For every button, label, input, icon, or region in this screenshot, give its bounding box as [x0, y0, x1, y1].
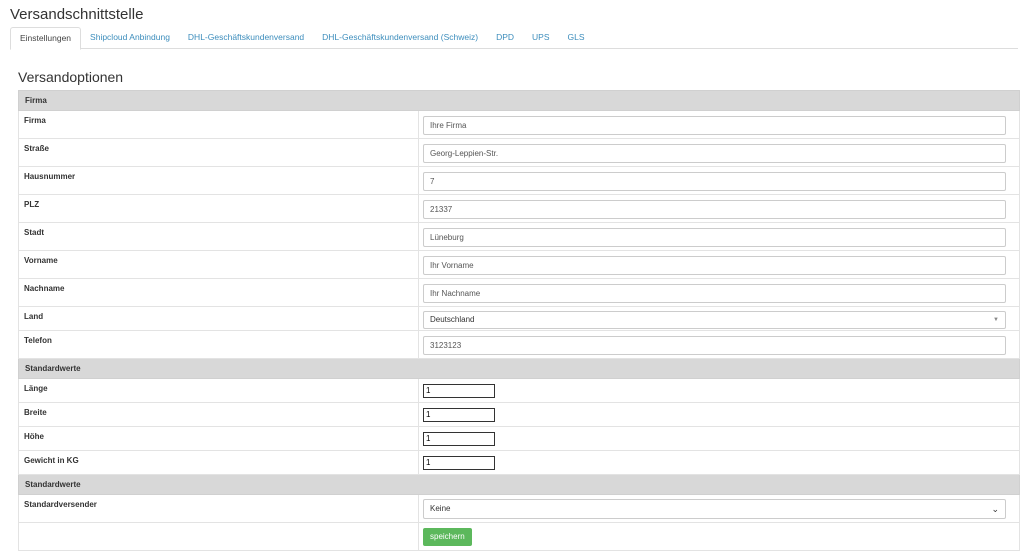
- form-row-hausnummer: Hausnummer 7: [18, 166, 1021, 195]
- section-header-label: Firma: [17, 90, 1021, 111]
- form-row-firma: Firma Ihre Firma: [18, 110, 1021, 139]
- form-row-actions: speichern: [18, 522, 1021, 551]
- field-label: Höhe: [18, 426, 419, 451]
- field-label: Telefon: [18, 330, 419, 359]
- gewicht-input[interactable]: 1: [423, 456, 495, 470]
- laenge-input[interactable]: 1: [423, 384, 495, 398]
- form-row-strasse: Straße Georg-Leppien-Str.: [18, 138, 1021, 167]
- form-row-telefon: Telefon 3123123: [18, 330, 1021, 359]
- form-row-plz: PLZ 21337: [18, 194, 1021, 223]
- form-row-stadt: Stadt Lüneburg: [18, 222, 1021, 251]
- tab-ups[interactable]: UPS: [523, 27, 558, 49]
- plz-input[interactable]: 21337: [423, 200, 1006, 219]
- caret-down-icon: ▼: [993, 317, 999, 323]
- field-label: Länge: [18, 378, 419, 403]
- field-label: Standardversender: [18, 494, 419, 523]
- standardversender-select[interactable]: Keine ⌄: [423, 499, 1006, 519]
- tab-dhl-schweiz[interactable]: DHL-Geschäftskundenversand (Schweiz): [313, 27, 487, 49]
- form-row-land: Land Deutschland ▼: [18, 306, 1021, 331]
- settings-form: Firma Firma Ihre Firma Straße Georg-Lepp…: [17, 90, 1021, 551]
- save-button[interactable]: speichern: [423, 528, 472, 546]
- section-header-label: Standardwerte: [17, 358, 1021, 379]
- section-header-label: Standardwerte: [17, 474, 1021, 495]
- telefon-input[interactable]: 3123123: [423, 336, 1006, 355]
- land-select[interactable]: Deutschland ▼: [423, 311, 1006, 329]
- chevron-down-icon: ⌄: [991, 504, 999, 514]
- tab-dhl[interactable]: DHL-Geschäftskundenversand: [179, 27, 313, 49]
- form-row-hoehe: Höhe 1: [18, 426, 1021, 451]
- nachname-input[interactable]: Ihr Nachname: [423, 284, 1006, 303]
- field-label: Stadt: [18, 222, 419, 251]
- tab-bar: Einstellungen Shipcloud Anbindung DHL-Ge…: [10, 27, 1018, 50]
- vorname-input[interactable]: Ihr Vorname: [423, 256, 1006, 275]
- hausnummer-input[interactable]: 7: [423, 172, 1006, 191]
- empty-cell: [18, 522, 419, 551]
- field-label: Breite: [18, 402, 419, 427]
- form-row-vorname: Vorname Ihr Vorname: [18, 250, 1021, 279]
- field-label: Straße: [18, 138, 419, 167]
- standardversender-select-value: Keine: [430, 504, 451, 513]
- strasse-input[interactable]: Georg-Leppien-Str.: [423, 144, 1006, 163]
- form-row-gewicht: Gewicht in KG 1: [18, 450, 1021, 475]
- section-title: Versandoptionen: [18, 69, 124, 85]
- tab-shipcloud[interactable]: Shipcloud Anbindung: [81, 27, 179, 49]
- form-row-laenge: Länge 1: [18, 378, 1021, 403]
- hoehe-input[interactable]: 1: [423, 432, 495, 446]
- form-row-standardversender: Standardversender Keine ⌄: [18, 494, 1021, 523]
- breite-input[interactable]: 1: [423, 408, 495, 422]
- firma-input[interactable]: Ihre Firma: [423, 116, 1006, 135]
- field-label: Firma: [18, 110, 419, 139]
- section-header-firma: Firma: [17, 90, 1021, 111]
- stadt-input[interactable]: Lüneburg: [423, 228, 1006, 247]
- field-label: Hausnummer: [18, 166, 419, 195]
- field-label: PLZ: [18, 194, 419, 223]
- field-label: Gewicht in KG: [18, 450, 419, 475]
- section-header-standardwerte: Standardwerte: [17, 358, 1021, 379]
- tab-dpd[interactable]: DPD: [487, 27, 523, 49]
- field-label: Nachname: [18, 278, 419, 307]
- form-row-nachname: Nachname Ihr Nachname: [18, 278, 1021, 307]
- page-title: Versandschnittstelle: [10, 6, 144, 23]
- section-header-standardwerte-2: Standardwerte: [17, 474, 1021, 495]
- form-row-breite: Breite 1: [18, 402, 1021, 427]
- field-label: Land: [18, 306, 419, 331]
- tab-gls[interactable]: GLS: [559, 27, 594, 49]
- land-select-value: Deutschland: [430, 315, 475, 324]
- tab-einstellungen[interactable]: Einstellungen: [10, 27, 82, 50]
- field-label: Vorname: [18, 250, 419, 279]
